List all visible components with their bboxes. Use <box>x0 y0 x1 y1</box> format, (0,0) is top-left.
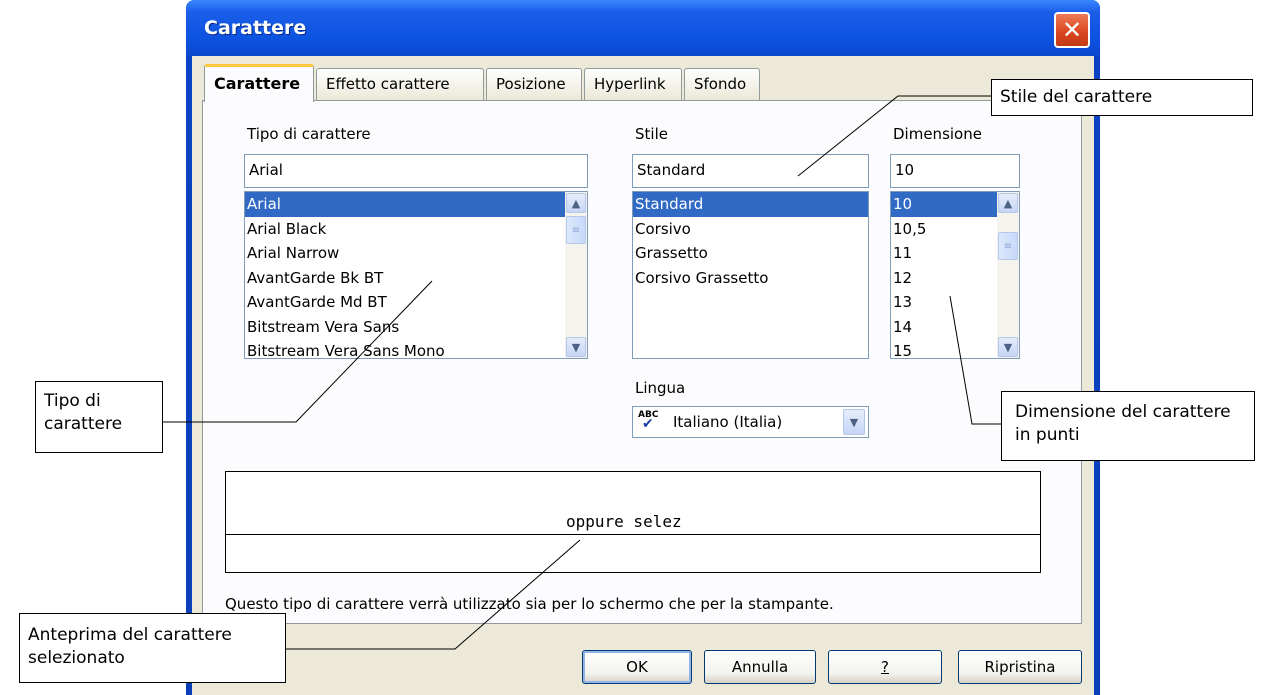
scroll-up-button[interactable]: ▲ <box>566 193 586 213</box>
close-icon: ✕ <box>1061 16 1083 44</box>
help-button[interactable]: ? <box>828 650 942 684</box>
font-family-label: Tipo di carattere <box>247 125 371 143</box>
style-list[interactable]: Standard Corsivo Grassetto Corsivo Grass… <box>632 191 869 359</box>
font-dialog: Carattere ✕ Carattere Effetto carattere … <box>186 0 1100 695</box>
list-item[interactable]: AvantGarde Bk BT <box>245 266 587 291</box>
preview-text: oppure selez <box>563 512 685 531</box>
list-item[interactable]: Grassetto <box>633 241 868 266</box>
grip-icon: ≡ <box>571 224 581 236</box>
list-item[interactable]: AvantGarde Md BT <box>245 290 587 315</box>
list-item[interactable]: Arial <box>245 192 587 217</box>
list-item[interactable]: Bitstream Vera Sans <box>245 315 587 340</box>
font-family-items: Arial Arial Black Arial Narrow AvantGard… <box>245 192 587 358</box>
arrow-down-icon: ▼ <box>1003 340 1013 354</box>
scroll-thumb[interactable]: ≡ <box>566 216 586 244</box>
size-label: Dimensione <box>893 125 982 143</box>
style-label: Stile <box>635 125 668 143</box>
preview-baseline <box>226 534 1040 535</box>
font-family-scrollbar[interactable]: ▲ ≡ ▼ <box>565 192 587 358</box>
scroll-up-button[interactable]: ▲ <box>998 193 1018 213</box>
list-item[interactable]: Standard <box>633 192 868 217</box>
arrow-down-icon: ▼ <box>571 340 581 354</box>
info-text: Questo tipo di carattere verrà utilizzat… <box>225 595 834 613</box>
font-preview: oppure selez <box>225 471 1041 573</box>
cancel-button[interactable]: Annulla <box>704 650 816 684</box>
tab-carattere[interactable]: Carattere <box>204 64 314 102</box>
dialog-title: Carattere <box>204 17 307 39</box>
tab-panel-carattere: Tipo di carattere Arial Arial Arial Blac… <box>202 100 1082 624</box>
font-family-input[interactable]: Arial <box>244 154 588 188</box>
title-bar[interactable]: Carattere ✕ <box>186 0 1100 56</box>
chevron-down-icon: ▼ <box>849 415 859 429</box>
ok-button[interactable]: OK <box>582 650 692 684</box>
list-item[interactable]: Corsivo <box>633 217 868 242</box>
list-item[interactable]: Arial Black <box>245 217 587 242</box>
grip-icon: ≡ <box>1003 240 1013 252</box>
font-family-list[interactable]: Arial Arial Black Arial Narrow AvantGard… <box>244 191 588 359</box>
scroll-thumb[interactable]: ≡ <box>998 232 1018 260</box>
language-dropdown-button[interactable]: ▼ <box>843 409 865 435</box>
language-value: Italiano (Italia) <box>673 413 783 431</box>
help-button-label: ? <box>881 658 889 676</box>
arrow-up-icon: ▲ <box>571 196 581 210</box>
list-item[interactable]: Corsivo Grassetto <box>633 266 868 291</box>
size-input[interactable]: 10 <box>890 154 1020 188</box>
tab-hyperlink[interactable]: Hyperlink <box>584 68 682 100</box>
spellcheck-abc-icon: ABC ✔ <box>638 410 659 432</box>
callout-preview: Anteprima del carattere selezionato <box>19 613 286 683</box>
language-select[interactable]: ABC ✔ Italiano (Italia) ▼ <box>632 406 869 438</box>
style-input[interactable]: Standard <box>632 154 869 188</box>
arrow-up-icon: ▲ <box>1003 196 1013 210</box>
language-label: Lingua <box>635 379 686 397</box>
callout-font-type: Tipo di carattere <box>35 381 163 453</box>
dialog-client-area: Carattere Effetto carattere Posizione Hy… <box>192 56 1094 695</box>
size-scrollbar[interactable]: ▲ ≡ ▼ <box>997 192 1019 358</box>
callout-style: Stile del carattere <box>991 79 1253 116</box>
scroll-down-button[interactable]: ▼ <box>566 337 586 357</box>
close-button[interactable]: ✕ <box>1054 12 1090 48</box>
list-item[interactable]: Arial Narrow <box>245 241 587 266</box>
tab-posizione[interactable]: Posizione <box>486 68 582 100</box>
list-item[interactable]: 10 <box>891 192 997 217</box>
size-list[interactable]: 10 10,5 11 12 13 14 15 ▲ ≡ ▼ <box>890 191 1020 359</box>
tab-sfondo[interactable]: Sfondo <box>684 68 760 100</box>
reset-button[interactable]: Ripristina <box>958 650 1082 684</box>
callout-size: Dimensione del carattere in punti <box>1001 391 1255 461</box>
tab-effetto-carattere[interactable]: Effetto carattere <box>316 68 484 100</box>
scroll-down-button[interactable]: ▼ <box>998 337 1018 357</box>
list-item[interactable]: Bitstream Vera Sans Mono <box>245 339 587 358</box>
